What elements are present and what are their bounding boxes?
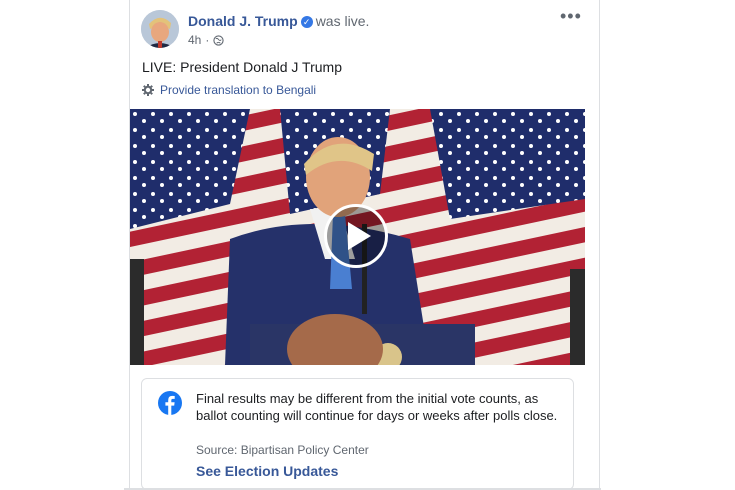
more-options-button[interactable]: •••	[560, 6, 582, 27]
info-source: Source: Bipartisan Policy Center	[196, 443, 369, 457]
author-line: Donald J. Trump ✓ was live.	[188, 13, 369, 29]
author-avatar[interactable]	[141, 10, 179, 48]
translate-link[interactable]: Provide translation to Bengali	[142, 83, 316, 97]
live-status: was live.	[315, 13, 370, 29]
author-name[interactable]: Donald J. Trump	[188, 13, 298, 29]
gear-icon	[142, 84, 154, 96]
check-badge-icon: ✓	[300, 16, 313, 28]
see-election-updates-link[interactable]: See Election Updates	[196, 463, 338, 479]
election-info-box: Final results may be different from the …	[141, 378, 574, 490]
translate-label: Provide translation to Bengali	[160, 83, 317, 97]
separator: ·	[205, 33, 210, 47]
play-icon	[348, 222, 371, 250]
globe-icon	[213, 34, 224, 46]
play-button[interactable]	[324, 204, 388, 268]
facebook-logo-icon	[158, 391, 182, 415]
post-meta: 4h ·	[188, 33, 224, 47]
post-timestamp[interactable]: 4h	[188, 33, 201, 47]
post-card: Donald J. Trump ✓ was live. 4h · ••• LIVE:…	[129, 0, 600, 490]
video-player[interactable]	[130, 109, 585, 365]
post-text: LIVE: President Donald J Trump	[142, 59, 342, 75]
info-message: Final results may be different from the …	[196, 391, 558, 423]
